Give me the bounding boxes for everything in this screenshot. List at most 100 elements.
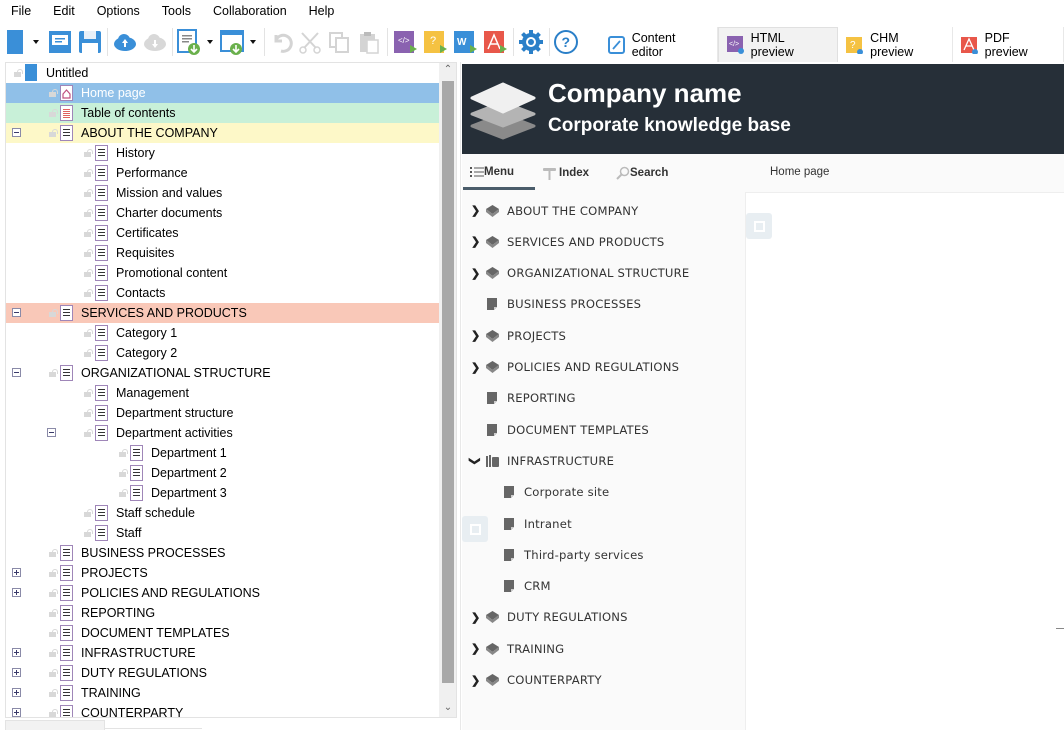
tree-item[interactable]: Category 1	[6, 323, 439, 343]
preview-menu-item[interactable]: ❯ POLICIES AND REGULATIONS	[462, 352, 744, 383]
tree-item[interactable]: Performance	[6, 163, 439, 183]
tree-item[interactable]: BUSINESS PROCESSES	[6, 543, 439, 563]
publish-html-button[interactable]: </>	[392, 28, 418, 56]
tab-chm-preview[interactable]: ? CHM preview	[838, 27, 953, 62]
lock-icon[interactable]	[49, 709, 58, 717]
preview-menu-item[interactable]: ❯ ABOUT THE COMPANY	[462, 195, 744, 226]
collapse-icon[interactable]	[12, 308, 21, 317]
lock-icon[interactable]	[49, 309, 58, 317]
menu-collaboration[interactable]: Collaboration	[202, 0, 298, 22]
publish-pdf-button[interactable]	[482, 28, 508, 56]
tree-item[interactable]: Department 3	[6, 483, 439, 503]
publish-chm-button[interactable]: ?	[422, 28, 448, 56]
tab-content-editor[interactable]: Content editor	[600, 27, 718, 62]
expand-icon[interactable]	[12, 688, 21, 697]
save-button[interactable]	[77, 28, 103, 56]
lock-icon[interactable]	[84, 149, 93, 157]
tab-pdf-preview[interactable]: PDF preview	[952, 27, 1064, 62]
tree-item[interactable]: ABOUT THE COMPANY	[6, 123, 439, 143]
publish-word-button[interactable]: W	[452, 28, 478, 56]
lock-icon[interactable]	[119, 449, 128, 457]
tree-item[interactable]: Department structure	[6, 403, 439, 423]
tree-item[interactable]: POLICIES AND REGULATIONS	[6, 583, 439, 603]
collapse-icon[interactable]	[47, 428, 56, 437]
tree-item[interactable]: Department activities	[6, 423, 439, 443]
expand-icon[interactable]	[12, 588, 21, 597]
expand-icon[interactable]	[12, 568, 21, 577]
preview-menu-item[interactable]: REPORTING	[462, 383, 744, 414]
lock-icon[interactable]	[84, 509, 93, 517]
lock-icon[interactable]	[84, 189, 93, 197]
lock-icon[interactable]	[84, 429, 93, 437]
tree-item[interactable]: ORGANIZATIONAL STRUCTURE	[6, 363, 439, 383]
settings-button[interactable]	[517, 28, 545, 56]
lock-icon[interactable]	[49, 549, 58, 557]
preview-menu-item[interactable]: Corporate site	[462, 477, 744, 508]
edit-page-button[interactable]	[746, 213, 772, 239]
tree-item[interactable]: Category 2	[6, 343, 439, 363]
paste-button[interactable]	[356, 28, 382, 56]
scrollbar-thumb[interactable]	[442, 81, 454, 683]
lock-icon[interactable]	[49, 109, 58, 117]
tree-item[interactable]: PROJECTS	[6, 563, 439, 583]
chevron-right-icon[interactable]: ❯	[471, 674, 480, 687]
preview-menu-item[interactable]: Third-party services	[462, 539, 744, 570]
breadcrumb[interactable]: Home page	[770, 166, 829, 178]
chevron-right-icon[interactable]: ❯	[471, 611, 480, 624]
menu-tools[interactable]: Tools	[151, 0, 202, 22]
lock-icon[interactable]	[84, 269, 93, 277]
lock-icon[interactable]	[49, 669, 58, 677]
lock-icon[interactable]	[84, 289, 93, 297]
upload-cloud-button[interactable]	[112, 28, 138, 56]
import-document-button[interactable]	[176, 28, 202, 56]
tree-item[interactable]: Department 2	[6, 463, 439, 483]
undo-button[interactable]	[268, 28, 294, 56]
expand-icon[interactable]	[12, 708, 21, 717]
lock-icon[interactable]	[49, 89, 58, 97]
expand-icon[interactable]	[12, 648, 21, 657]
lock-icon[interactable]	[49, 129, 58, 137]
preview-menu-item[interactable]: CRM	[462, 571, 744, 602]
edit-menu-button[interactable]	[462, 516, 488, 542]
lock-icon[interactable]	[49, 649, 58, 657]
chevron-right-icon[interactable]: ❯	[471, 642, 480, 655]
preview-menu-item[interactable]: ❯ COUNTERPARTY	[462, 665, 744, 696]
lock-icon[interactable]	[119, 489, 128, 497]
tree-item[interactable]: Home page	[6, 83, 439, 103]
preview-menu-item[interactable]: ❯ PROJECTS	[462, 320, 744, 351]
download-cloud-button[interactable]	[142, 28, 168, 56]
tree-item[interactable]: Mission and values	[6, 183, 439, 203]
import-document-dropdown[interactable]	[204, 28, 216, 56]
menu-edit[interactable]: Edit	[42, 0, 86, 22]
splitter[interactable]	[460, 62, 461, 730]
search-tab[interactable]: Search	[616, 166, 668, 180]
chevron-down-icon[interactable]: ❯	[469, 457, 482, 466]
tree-item[interactable]: Contacts	[6, 283, 439, 303]
tree-item[interactable]: Management	[6, 383, 439, 403]
tree-item[interactable]: TRAINING	[6, 683, 439, 703]
tree-item[interactable]: REPORTING	[6, 603, 439, 623]
import-web-dropdown[interactable]	[247, 28, 259, 56]
preview-menu-item[interactable]: ❯ TRAINING	[462, 633, 744, 664]
chevron-right-icon[interactable]: ❯	[471, 329, 480, 342]
lock-icon[interactable]	[84, 209, 93, 217]
tree-item[interactable]: Staff	[6, 523, 439, 543]
tree-root[interactable]: Untitled	[6, 63, 439, 83]
tree-item[interactable]: COUNTERPARTY	[6, 703, 439, 717]
preview-menu-item[interactable]: DOCUMENT TEMPLATES	[462, 414, 744, 445]
lock-icon[interactable]	[119, 469, 128, 477]
tree-item[interactable]: Promotional content	[6, 263, 439, 283]
lock-icon[interactable]	[49, 369, 58, 377]
chevron-right-icon[interactable]: ❯	[471, 204, 480, 217]
scroll-up-icon[interactable]: ⌃	[442, 63, 454, 77]
lock-icon[interactable]	[84, 349, 93, 357]
tree-item[interactable]: Charter documents	[6, 203, 439, 223]
index-tab[interactable]: Index	[543, 166, 589, 180]
menu-options[interactable]: Options	[86, 0, 151, 22]
help-button[interactable]: ?	[552, 28, 580, 56]
lock-icon[interactable]	[84, 329, 93, 337]
new-project-button[interactable]	[4, 28, 26, 56]
tree-item[interactable]: History	[6, 143, 439, 163]
tab-html-preview[interactable]: </> HTML preview	[717, 27, 839, 62]
tree-item[interactable]: Staff schedule	[6, 503, 439, 523]
